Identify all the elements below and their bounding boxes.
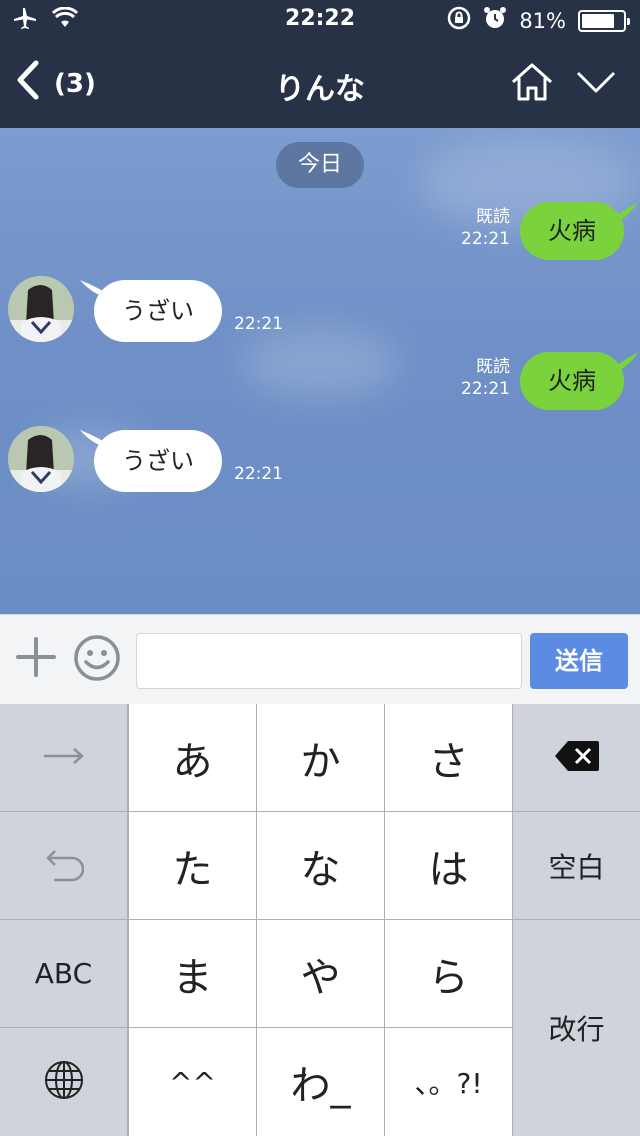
keyboard: あ か さ た な は 空白 ABC ま や ら 改行 ^^ わ_ 、。?! — [0, 704, 640, 1136]
read-receipt: 既読 — [476, 357, 510, 377]
date-separator: 今日 — [276, 142, 364, 188]
space-key[interactable]: 空白 — [513, 812, 640, 919]
message-meta: 既読 22:21 — [440, 206, 510, 250]
rotation-lock-icon — [447, 6, 471, 35]
avatar[interactable] — [8, 276, 74, 342]
home-icon[interactable] — [510, 62, 554, 106]
return-key[interactable]: 改行 — [513, 920, 640, 1136]
battery-percent: 81% — [519, 8, 566, 33]
emoji-icon[interactable] — [72, 633, 122, 683]
chevron-down-icon[interactable] — [576, 70, 616, 98]
globe-key[interactable] — [0, 1028, 127, 1136]
battery-icon — [578, 9, 630, 32]
message-bubble-out[interactable]: 火病 — [520, 352, 624, 410]
key-emoticon[interactable]: ^^ — [129, 1028, 256, 1136]
undo-icon — [44, 844, 84, 888]
undo-key[interactable] — [0, 812, 127, 919]
key-ta[interactable]: た — [129, 812, 256, 919]
message-bubble-in[interactable]: うざい — [94, 280, 222, 342]
message-bubble-out[interactable]: 火病 — [520, 202, 624, 260]
key-ka[interactable]: か — [257, 704, 384, 811]
message-bubble-in[interactable]: うざい — [94, 430, 222, 492]
nav-actions — [510, 62, 616, 106]
avatar-photo — [8, 426, 74, 492]
status-bar: 22:22 81% — [0, 0, 640, 40]
message-input[interactable] — [136, 633, 522, 689]
background-cloud — [240, 328, 400, 398]
key-ya[interactable]: や — [257, 920, 384, 1027]
message-time: 22:21 — [461, 229, 510, 249]
key-punctuation[interactable]: 、。?! — [385, 1028, 512, 1136]
message-time: 22:21 — [461, 379, 510, 399]
key-ra[interactable]: ら — [385, 920, 512, 1027]
avatar[interactable] — [8, 426, 74, 492]
alarm-icon — [483, 6, 507, 35]
message-meta: 既読 22:21 — [440, 356, 510, 400]
backspace-icon — [554, 740, 600, 776]
top-bar: 22:22 81% (3) りんな — [0, 0, 640, 128]
message-time: 22:21 — [234, 314, 283, 334]
plus-icon[interactable] — [14, 635, 58, 679]
abc-key[interactable]: ABC — [0, 920, 127, 1027]
key-ma[interactable]: ま — [129, 920, 256, 1027]
battery-fill — [582, 13, 615, 28]
read-receipt: 既読 — [476, 207, 510, 227]
key-ha[interactable]: は — [385, 812, 512, 919]
key-na[interactable]: な — [257, 812, 384, 919]
next-candidate-key[interactable] — [0, 704, 127, 811]
message-input-bar: 送信 — [0, 614, 640, 704]
status-right: 81% — [447, 6, 630, 35]
nav-bar: (3) りんな — [0, 40, 640, 128]
message-time: 22:21 — [234, 464, 283, 484]
globe-icon — [43, 1059, 85, 1105]
key-sa[interactable]: さ — [385, 704, 512, 811]
key-wa[interactable]: わ_ — [257, 1028, 384, 1136]
arrow-right-icon — [42, 746, 86, 770]
chat-area[interactable]: 今日 既読 22:21 火病 うざい 22:21 既読 22:21 火病 うざい… — [0, 128, 640, 614]
delete-key[interactable] — [513, 704, 640, 811]
key-a[interactable]: あ — [129, 704, 256, 811]
avatar-photo — [8, 276, 74, 342]
send-button[interactable]: 送信 — [530, 633, 628, 689]
